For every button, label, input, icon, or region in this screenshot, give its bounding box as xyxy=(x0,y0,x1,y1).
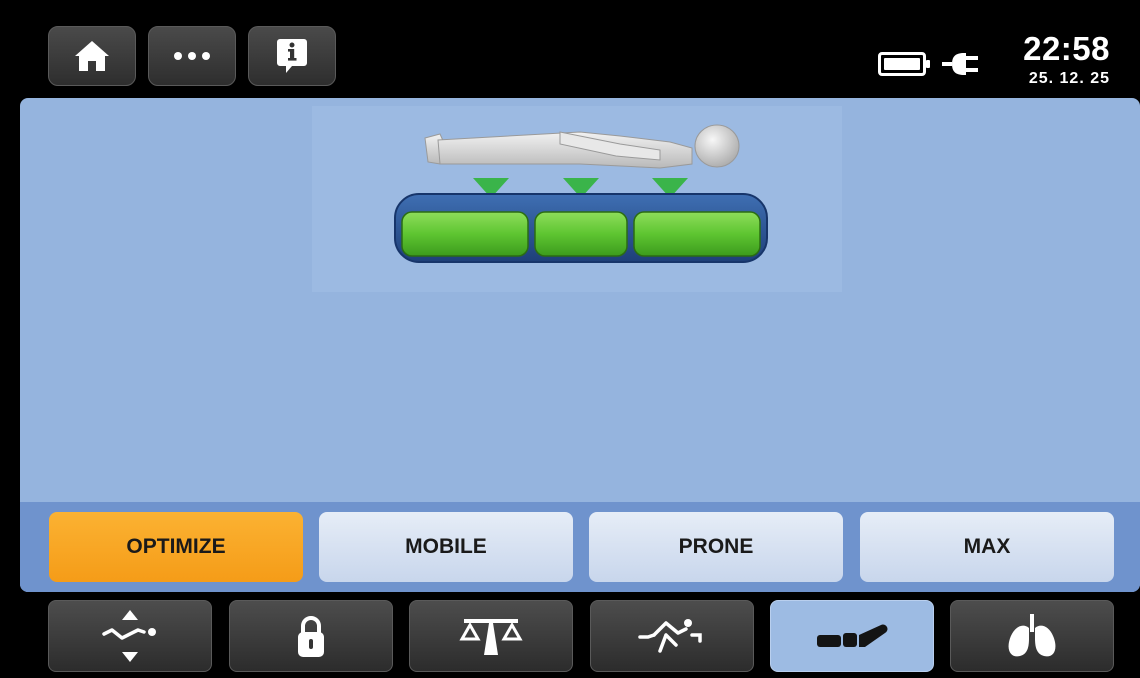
mode-button-mobile[interactable]: MOBILE xyxy=(319,512,573,582)
info-icon xyxy=(277,39,307,73)
lungs-icon xyxy=(1008,614,1056,657)
nav-mattress-button[interactable] xyxy=(770,600,934,672)
mattress-illustration xyxy=(312,106,842,292)
home-icon xyxy=(75,41,109,71)
top-bar: 22:58 25. 12. 25 xyxy=(0,0,1140,96)
info-button[interactable] xyxy=(248,26,336,86)
bed-position-icon xyxy=(102,610,156,662)
mattress-cell-2 xyxy=(534,211,628,257)
mattress-cell-3 xyxy=(633,211,761,257)
mattress-icon xyxy=(817,624,888,647)
nav-lungs-button[interactable] xyxy=(950,600,1114,672)
mode-button-optimize[interactable]: OPTIMIZE xyxy=(49,512,303,582)
mattress-cell-1 xyxy=(401,211,529,257)
mode-button-prone[interactable]: PRONE xyxy=(589,512,843,582)
main-panel: OPTIMIZE MOBILE PRONE MAX xyxy=(20,98,1140,592)
more-button[interactable] xyxy=(148,26,236,86)
bed-exit-icon xyxy=(638,619,702,653)
status-area: 22:58 25. 12. 25 xyxy=(840,22,1140,92)
nav-bed-exit-button[interactable] xyxy=(590,600,754,672)
home-button[interactable] xyxy=(48,26,136,86)
plug-icon xyxy=(942,53,978,75)
clock-time: 22:58 xyxy=(1023,30,1110,67)
nav-scale-button[interactable] xyxy=(409,600,573,672)
nav-bed-position-button[interactable] xyxy=(48,600,212,672)
battery-icon xyxy=(878,52,930,76)
nav-lock-button[interactable] xyxy=(229,600,393,672)
more-icon xyxy=(174,52,210,60)
bottom-nav xyxy=(0,592,1140,678)
lock-icon xyxy=(298,616,324,657)
mode-selector: OPTIMIZE MOBILE PRONE MAX xyxy=(20,502,1140,592)
mode-button-max[interactable]: MAX xyxy=(860,512,1114,582)
clock-date: 25. 12. 25 xyxy=(1028,70,1110,87)
scale-icon xyxy=(459,619,523,655)
